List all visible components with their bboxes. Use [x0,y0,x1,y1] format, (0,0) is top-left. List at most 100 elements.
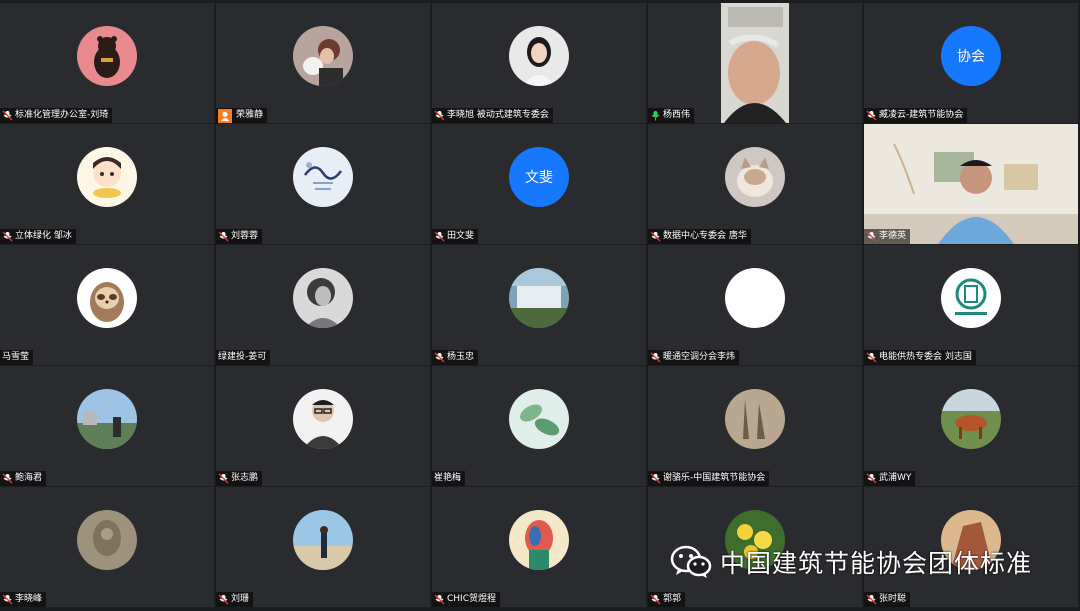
participant-tile[interactable]: 李晓峰 [0,487,214,607]
participant-tile[interactable]: 李晓旭 被动式建筑专委会 [432,3,646,123]
name-label-bar: 臧凌云-建筑节能协会 [864,108,968,123]
participant-tile[interactable]: 立体绿化 邹冰 [0,124,214,244]
name-label-bar: 田文斐 [432,229,479,244]
participant-tile[interactable]: 绿建投-姜可 [216,245,430,365]
video-feed [648,3,862,123]
participant-name: 谢骆乐-中国建筑节能协会 [663,473,766,483]
name-label-bar: 电能供热专委会 刘志国 [864,350,976,365]
name-label-bar: 李晓峰 [0,592,47,607]
name-label-bar: 杨玉忠 [432,350,479,365]
participant-name: 李晓旭 被动式建筑专委会 [447,110,549,120]
mic-muted-icon [866,352,877,363]
participant-tile[interactable]: 李德英 [864,124,1078,244]
photo-woman-bw-icon [293,268,353,328]
name-label-bar: 谢骆乐-中国建筑节能协会 [648,471,770,486]
participant-name: 杨西伟 [663,110,691,120]
name-label-bar: 郭郭 [648,592,686,607]
photo-landscape-person-icon [77,389,137,449]
text-avatar: 协会 [941,26,1001,86]
photo-shadows-icon [725,389,785,449]
participant-tile[interactable]: 谢骆乐-中国建筑节能协会 [648,366,862,486]
participant-name: 杨玉忠 [447,352,475,362]
host-icon [218,108,232,123]
participant-name: 电能供热专委会 刘志国 [879,352,972,362]
name-label-bar: 暖通空调分会李炜 [648,350,740,365]
participant-tile[interactable]: 协会臧凌云-建筑节能协会 [864,3,1078,123]
participant-tile[interactable]: 杨玉忠 [432,245,646,365]
participant-tile[interactable]: 张志鹏 [216,366,430,486]
participant-tile[interactable]: 鲍海君 [0,366,214,486]
photo-woman-cat-icon [293,26,353,86]
name-label-bar: CHIC贺煜程 [432,592,500,607]
name-label-bar: 数据中心专委会 唐华 [648,229,751,244]
participant-name: 荣雅静 [236,110,264,120]
participant-name: 暖通空调分会李炜 [663,352,736,362]
photo-leaves-icon [509,389,569,449]
logo-badge-icon [941,268,1001,328]
participant-tile[interactable]: 武浦WY [864,366,1078,486]
calligraphy-icon [293,147,353,207]
participant-tile[interactable]: 数据中心专委会 唐华 [648,124,862,244]
participant-tile[interactable]: CHIC贺煜程 [432,487,646,607]
participant-tile[interactable]: 刘珊 [216,487,430,607]
name-label-bar: 立体绿化 邹冰 [0,229,76,244]
participant-tile[interactable]: 杨西伟 [648,3,862,123]
mic-muted-icon [2,110,13,121]
photo-man-glasses-icon [293,389,353,449]
name-label-bar: 李德英 [864,229,911,244]
mic-muted-icon [866,231,877,242]
participant-name: 李德英 [879,231,907,241]
mic-active-icon [650,110,661,121]
participant-tile[interactable]: 刘蓉蓉 [216,124,430,244]
photo-beach-person-icon [293,510,353,570]
mic-muted-icon [866,110,877,121]
name-label-bar: 标准化管理办公室-刘琦 [0,108,113,123]
mic-muted-icon [434,110,445,121]
mic-muted-icon [2,231,13,242]
name-label-bar: 绿建投-姜可 [216,350,271,365]
name-label-bar: 刘蓉蓉 [216,229,263,244]
name-label-bar: 张志鹏 [216,471,263,486]
participant-name: 张志鹏 [231,473,259,483]
participant-tile[interactable]: 马雪莹 [0,245,214,365]
mic-muted-icon [866,473,877,484]
participant-name: 马雪莹 [2,352,30,362]
name-label-bar: 崔艳梅 [432,471,466,486]
participant-name: 武浦WY [879,473,912,483]
watermark-text: 中国建筑节能协会团体标准 [720,549,1033,578]
mic-muted-icon [2,473,13,484]
sloth-icon [77,268,137,328]
participant-tile[interactable]: 电能供热专委会 刘志国 [864,245,1078,365]
wechat-icon [670,545,712,578]
participant-name: 鲍海君 [15,473,43,483]
name-label-bar: 张时聪 [864,592,911,607]
participant-tile[interactable]: 崔艳梅 [432,366,646,486]
mic-muted-icon [434,594,445,605]
participant-name: 臧凌云-建筑节能协会 [879,110,964,120]
participant-tile[interactable]: 文斐田文斐 [432,124,646,244]
mic-muted-icon [218,594,229,605]
participant-name: 标准化管理办公室-刘琦 [15,110,109,120]
participant-name: 刘珊 [231,594,250,604]
cartoon-child-icon [77,147,137,207]
video-feed [864,124,1078,244]
participant-tile[interactable]: 标准化管理办公室-刘琦 [0,3,214,123]
text-avatar: 文斐 [509,147,569,207]
blank-white-icon [725,268,785,328]
photo-woman-portrait-icon [509,26,569,86]
participant-name: 刘蓉蓉 [231,231,259,241]
participant-name: CHIC贺煜程 [447,594,496,604]
participant-tile[interactable]: 暖通空调分会李炜 [648,245,862,365]
participant-name: 张时聪 [879,594,907,604]
participant-name: 崔艳梅 [434,473,462,483]
name-label-bar: 杨西伟 [648,108,695,123]
name-label-bar: 荣雅静 [216,108,268,123]
photo-horse-icon [941,389,1001,449]
participant-name: 立体绿化 邹冰 [15,231,72,241]
participant-tile[interactable]: 荣雅静 [216,3,430,123]
mic-muted-icon [650,594,661,605]
mic-muted-icon [650,352,661,363]
name-label-bar: 武浦WY [864,471,916,486]
mic-muted-icon [866,594,877,605]
mic-muted-icon [434,352,445,363]
